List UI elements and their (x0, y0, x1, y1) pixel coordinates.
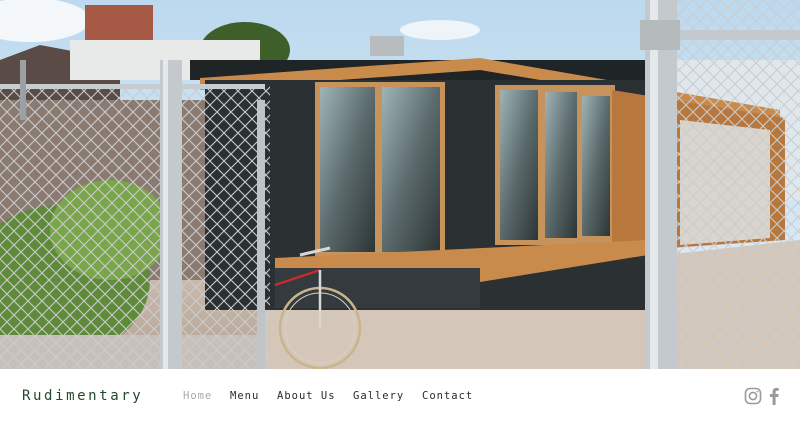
site-brand-logo[interactable]: Rudimentary (22, 388, 143, 404)
facebook-icon[interactable] (768, 387, 780, 405)
window-pane (320, 87, 375, 252)
fence-left (0, 60, 270, 369)
social-links (744, 387, 784, 405)
window-pane (382, 87, 440, 252)
roof-vent (370, 36, 404, 56)
nav-item-menu[interactable]: Menu (230, 390, 259, 402)
hero-image (0, 0, 800, 369)
site-navbar: Rudimentary Home Menu About Us Gallery C… (0, 369, 800, 424)
nav-item-home[interactable]: Home (183, 390, 212, 402)
nav-item-about-us[interactable]: About Us (277, 390, 336, 402)
nav-item-contact[interactable]: Contact (422, 390, 473, 402)
nav-item-gallery[interactable]: Gallery (353, 390, 404, 402)
instagram-icon[interactable] (744, 387, 762, 405)
fence-right (640, 0, 800, 369)
